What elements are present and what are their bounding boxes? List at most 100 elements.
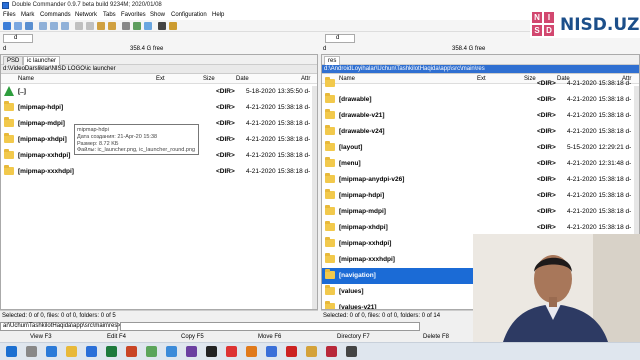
command-input[interactable] (120, 322, 420, 331)
app-icon-c[interactable] (246, 346, 257, 357)
folder-tree-icon[interactable] (25, 22, 33, 30)
file-row[interactable]: [drawable-v24] <DIR> 4-21-2020 15:38:18 d- (322, 124, 639, 140)
file-row[interactable]: [drawable] <DIR> 4-21-2020 15:38:18 d- (322, 92, 639, 108)
file-name: [mipmap-hdpi] (18, 104, 64, 111)
folder-icon (325, 109, 335, 119)
multi-rename-icon[interactable] (133, 22, 141, 30)
folder-icon (4, 101, 14, 111)
left-scrollbar[interactable] (312, 86, 317, 309)
thumbnail-icon[interactable] (61, 22, 69, 30)
file-row[interactable]: [drawable-v21] <DIR> 4-21-2020 15:38:18 d- (322, 108, 639, 124)
pack-icon[interactable] (97, 22, 105, 30)
delete-button[interactable]: Delete F8 (423, 334, 449, 340)
android-studio-icon[interactable] (146, 346, 157, 357)
sync-icon[interactable] (144, 22, 152, 30)
menu-files[interactable]: Files (3, 12, 16, 18)
menu-favorites[interactable]: Favorites (121, 12, 146, 18)
app-icon-e[interactable] (326, 346, 337, 357)
col-size[interactable]: Size (203, 76, 215, 82)
file-name: [drawable-v24] (339, 128, 385, 135)
app-icon-b[interactable] (206, 346, 217, 357)
col-attr[interactable]: Attr (301, 76, 310, 82)
menu-tabs[interactable]: Tabs (103, 12, 116, 18)
right-path[interactable]: d:\AndroidLoyihalar\Uchun\TashkilotHaqid… (322, 65, 639, 74)
folder-icon (4, 133, 14, 143)
columns-icon[interactable] (39, 22, 47, 30)
copy-button[interactable]: Copy F5 (181, 334, 204, 340)
folder-icon (4, 165, 14, 175)
file-size: <DIR> (537, 112, 556, 119)
file-size: <DIR> (537, 160, 556, 167)
col-ext[interactable]: Ext (156, 76, 165, 82)
directory-button[interactable]: Directory F7 (337, 334, 370, 340)
file-row[interactable]: [mipmap-xxxhdpi] <DIR> 4-21-2020 15:38:18 … (1, 164, 317, 180)
telegram-icon[interactable] (166, 346, 177, 357)
tab-res[interactable]: res (324, 56, 341, 65)
file-date: 4-21-2020 15:38:18 d- (246, 136, 311, 143)
move-icon[interactable] (86, 22, 94, 30)
left-drive-button[interactable]: d (3, 34, 33, 43)
file-row[interactable]: <DIR> 4-21-2020 15:38:18 d- (322, 76, 639, 92)
move-button[interactable]: Move F6 (258, 334, 281, 340)
file-row[interactable]: [mipmap-hdpi] <DIR> 4-21-2020 15:38:18 d- (1, 100, 317, 116)
edge-icon[interactable] (46, 346, 57, 357)
file-row[interactable]: [layout] <DIR> 5-15-2020 12:29:21 d- (322, 140, 639, 156)
right-drive-button[interactable]: d (325, 34, 355, 43)
file-row[interactable]: [mipmap-hdpi] <DIR> 4-21-2020 15:38:18 d- (322, 188, 639, 204)
explorer-icon[interactable] (66, 346, 77, 357)
powerpoint-icon[interactable] (126, 346, 137, 357)
logo-letter-i: I (544, 12, 554, 23)
double-commander-icon[interactable] (266, 346, 277, 357)
left-drive-label[interactable]: d (3, 46, 6, 52)
tab-psd[interactable]: PSD (3, 56, 24, 65)
file-date: 4-21-2020 15:38:18 d- (567, 112, 632, 119)
refresh-icon[interactable] (3, 22, 11, 30)
right-free-space: 358.4 G free (452, 46, 486, 52)
file-row[interactable]: [mipmap-anydpi-v26] <DIR> 4-21-2020 15:38:… (322, 172, 639, 188)
unpack-icon[interactable] (108, 22, 116, 30)
menu-help[interactable]: Help (212, 12, 224, 18)
menu-mark[interactable]: Mark (21, 12, 34, 18)
left-tab-strip: PSD ic launcher (1, 55, 317, 65)
file-row[interactable]: [..] <DIR> 5-18-2020 13:35:50 d- (1, 84, 317, 100)
view-button[interactable]: View F3 (30, 334, 52, 340)
logo-letter-s: S (532, 25, 542, 36)
menu-network[interactable]: Network (75, 12, 97, 18)
tab-ic-launcher[interactable]: ic launcher (23, 56, 61, 65)
file-row[interactable]: [mipmap-mdpi] <DIR> 4-21-2020 15:38:18 d- (322, 204, 639, 220)
file-size: <DIR> (216, 152, 235, 159)
left-path[interactable]: d:\VideoDarsliklar\NISD LOGO\ic launcher (1, 65, 317, 74)
recorder-icon[interactable] (286, 346, 297, 357)
terminal-icon[interactable] (158, 22, 166, 30)
tooltip-name: mipmap-hdpi (77, 127, 109, 133)
excel-icon[interactable] (106, 346, 117, 357)
file-size: <DIR> (216, 104, 235, 111)
right-drive-label[interactable]: d (323, 46, 326, 52)
folder-icon (4, 149, 14, 159)
search-icon[interactable] (122, 22, 130, 30)
file-size: <DIR> (537, 192, 556, 199)
copy-icon[interactable] (75, 22, 83, 30)
left-file-panel[interactable]: PSD ic launcher d:\VideoDarsliklar\NISD … (0, 54, 318, 310)
search-icon[interactable] (26, 346, 37, 357)
menu-configuration[interactable]: Configuration (171, 12, 207, 18)
col-date[interactable]: Date (236, 76, 249, 82)
file-row[interactable]: [menu] <DIR> 4-21-2020 12:31:48 d- (322, 156, 639, 172)
chrome-icon[interactable] (226, 346, 237, 357)
view-icon[interactable] (14, 22, 22, 30)
file-size: <DIR> (537, 128, 556, 135)
options-icon[interactable] (169, 22, 177, 30)
tooltip-files: Файлы: ic_launcher.png, ic_launcher_roun… (77, 147, 196, 154)
start-icon[interactable] (6, 346, 17, 357)
menu-show[interactable]: Show (150, 12, 165, 18)
menu-commands[interactable]: Commands (40, 12, 71, 18)
app-icon-f[interactable] (346, 346, 357, 357)
word-icon[interactable] (86, 346, 97, 357)
brief-icon[interactable] (50, 22, 58, 30)
edit-button[interactable]: Edit F4 (107, 334, 126, 340)
file-size: <DIR> (537, 224, 556, 231)
app-icon-a[interactable] (186, 346, 197, 357)
app-icon-d[interactable] (306, 346, 317, 357)
col-name[interactable]: Name (18, 76, 34, 82)
window-title: Double Commander 0.9.7 beta build 9234M;… (12, 2, 162, 8)
